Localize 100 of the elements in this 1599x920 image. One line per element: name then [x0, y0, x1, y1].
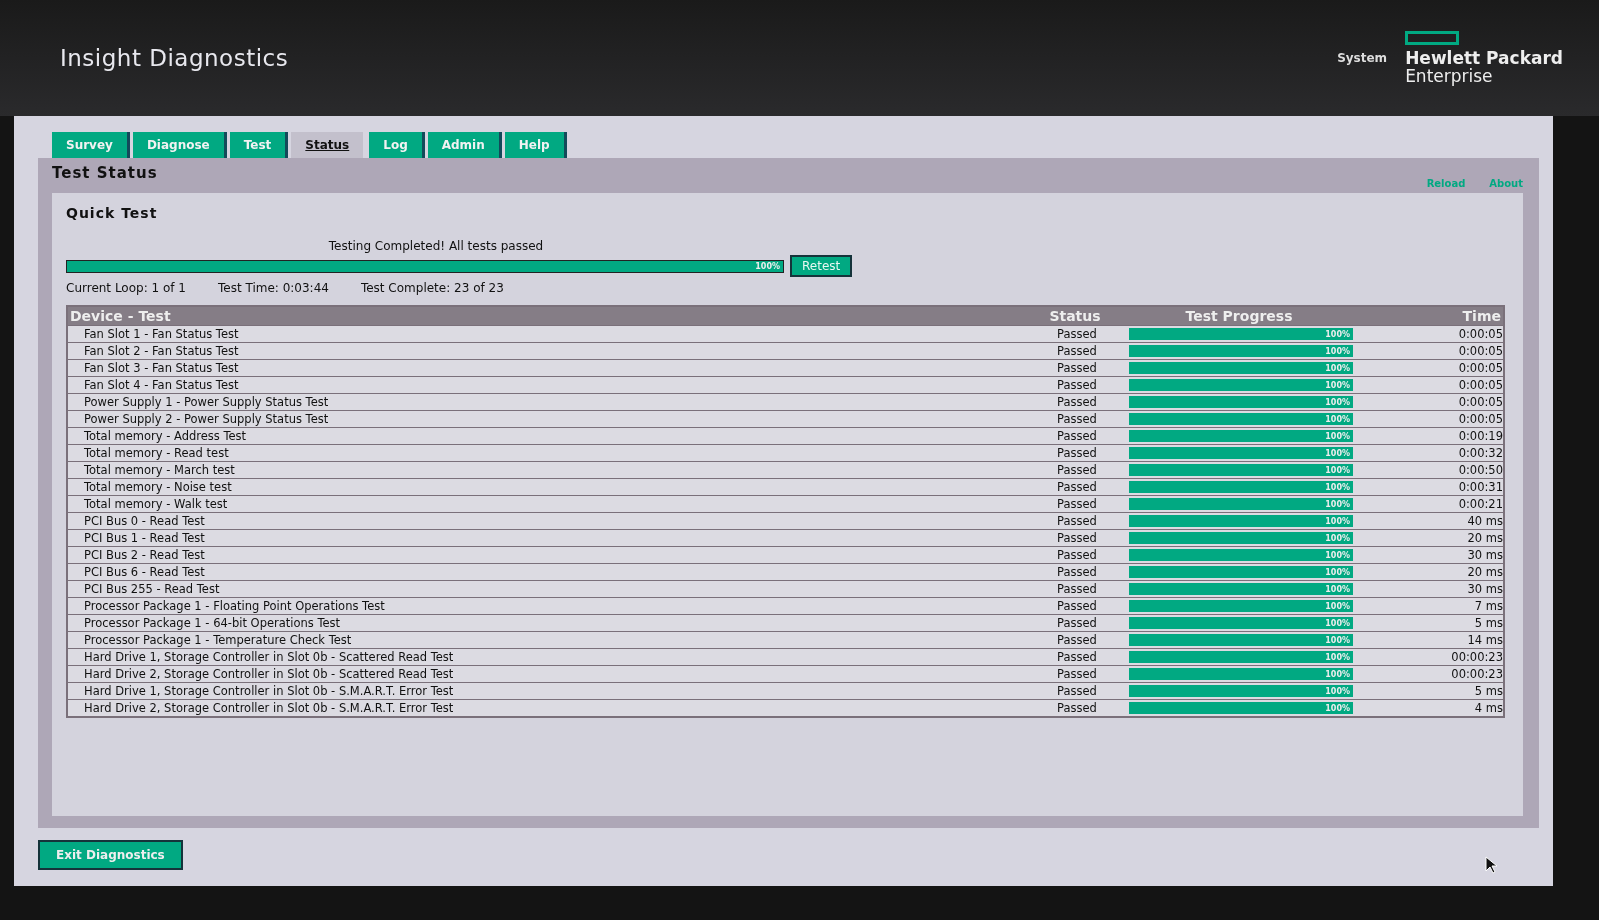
system-label: System	[1337, 51, 1388, 65]
test-name: PCI Bus 1 - Read Test	[83, 531, 206, 545]
row-progress-percent: 100%	[1325, 465, 1351, 475]
panel-title: Test Status	[52, 164, 158, 182]
row-progress-percent: 100%	[1325, 380, 1351, 390]
time-cell-text: 0:00:19	[1457, 429, 1503, 443]
status-cell-text: Passed	[1056, 395, 1098, 409]
time-cell-text: 0:00:21	[1457, 497, 1503, 511]
column-header: Test Progress	[1184, 308, 1294, 324]
status-cell-text: Passed	[1056, 667, 1098, 681]
status-cell-text: Passed	[1056, 565, 1098, 579]
status-cell-text: Passed	[1056, 616, 1098, 630]
row-progress-percent: 100%	[1325, 669, 1351, 679]
test-name: Fan Slot 2 - Fan Status Test	[83, 344, 240, 358]
test-name: PCI Bus 6 - Read Test	[83, 565, 206, 579]
row-progress-percent: 100%	[1325, 329, 1351, 339]
row-progress-percent: 100%	[1325, 533, 1351, 543]
time-cell-text: 0:00:05	[1457, 378, 1503, 392]
logo-rectangle-icon	[1405, 31, 1460, 45]
status-cell-text: Passed	[1056, 412, 1098, 426]
status-cell-text: Passed	[1056, 361, 1098, 375]
app-title: Insight Diagnostics	[60, 45, 289, 71]
row-progress-percent: 100%	[1325, 652, 1351, 662]
row-progress-percent: 100%	[1325, 550, 1351, 560]
current-loop: Current Loop: 1 of 1	[66, 281, 186, 295]
status-cell-text: Passed	[1056, 497, 1098, 511]
test-name: Power Supply 1 - Power Supply Status Test	[83, 395, 330, 409]
test-name: Processor Package 1 - Temperature Check Test	[83, 633, 353, 647]
time-cell-text: 0:00:05	[1457, 361, 1503, 375]
time-cell-text: 0:00:32	[1457, 446, 1503, 460]
test-name: Hard Drive 1, Storage Controller in Slot 0b - Scattered Read Test	[83, 650, 455, 664]
time-cell-text: 5 ms	[1473, 616, 1503, 630]
row-progress-percent: 100%	[1325, 397, 1351, 407]
row-progress-percent: 100%	[1325, 346, 1351, 356]
time-cell-text: 0:00:31	[1457, 480, 1503, 494]
status-cell-text: Passed	[1056, 344, 1098, 358]
test-name: Total memory - Read test	[83, 446, 230, 460]
row-progress-percent: 100%	[1325, 703, 1351, 713]
time-cell-text: 0:00:50	[1457, 463, 1503, 477]
retest-button[interactable]: Retest	[790, 255, 853, 277]
status-cell-text: Passed	[1056, 599, 1098, 613]
tab[interactable]: Test	[229, 132, 286, 158]
status-cell-text: Passed	[1056, 480, 1098, 494]
tab[interactable]: Help	[504, 132, 564, 158]
row-progress-percent: 100%	[1325, 618, 1351, 628]
column-header: Time	[1461, 308, 1501, 324]
tab[interactable]: Admin	[427, 132, 499, 158]
status-cell-text: Passed	[1056, 378, 1098, 392]
test-name: Fan Slot 3 - Fan Status Test	[83, 361, 240, 375]
test-name: Processor Package 1 - Floating Point Operations Test	[83, 599, 386, 613]
status-cell-text: Passed	[1056, 514, 1098, 528]
time-cell-text: 7 ms	[1473, 599, 1503, 613]
brand-name: Enterprise	[1405, 67, 1494, 85]
status-cell-text: Passed	[1056, 446, 1098, 460]
test-name: Power Supply 2 - Power Supply Status Test	[83, 412, 330, 426]
row-progress-percent: 100%	[1325, 516, 1351, 526]
time-cell-text: 20 ms	[1466, 565, 1503, 579]
status-cell-text: Passed	[1056, 548, 1098, 562]
brand-name: Hewlett Packard	[1405, 49, 1563, 67]
exit-button[interactable]: Exit Diagnostics	[38, 840, 183, 870]
row-progress-percent: 100%	[1325, 431, 1351, 441]
column-header: Status	[1048, 308, 1102, 324]
status-cell-text: Passed	[1056, 463, 1098, 477]
time-cell-text: 0:00:05	[1457, 327, 1503, 341]
row-progress-percent: 100%	[1325, 584, 1351, 594]
time-cell-text: 30 ms	[1466, 548, 1503, 562]
status-cell-text: Passed	[1056, 582, 1098, 596]
test-name: Hard Drive 1, Storage Controller in Slot 0b - S.M.A.R.T. Error Test	[83, 684, 455, 698]
test-name: Total memory - Address Test	[83, 429, 248, 443]
progress-percent: 100%	[755, 261, 781, 271]
test-name: Total memory - March test	[83, 463, 236, 477]
time-cell-text: 20 ms	[1466, 531, 1503, 545]
status-message: Testing Completed! All tests passed	[327, 239, 545, 253]
tab[interactable]: Survey	[52, 132, 127, 158]
test-name: Fan Slot 4 - Fan Status Test	[83, 378, 240, 392]
test-complete: Test Complete: 23 of 23	[360, 281, 504, 295]
time-cell-text: 40 ms	[1466, 514, 1503, 528]
test-time: Test Time: 0:03:44	[218, 281, 329, 295]
time-cell-text: 30 ms	[1466, 582, 1503, 596]
time-cell-text: 00:00:23	[1450, 650, 1503, 664]
test-name: PCI Bus 255 - Read Test	[83, 582, 221, 596]
row-progress-percent: 100%	[1325, 635, 1351, 645]
tab[interactable]: Diagnose	[132, 132, 224, 158]
time-cell-text: 0:00:05	[1457, 344, 1503, 358]
row-progress-percent: 100%	[1325, 601, 1351, 611]
tab[interactable]: Status	[291, 132, 364, 158]
row-progress-percent: 100%	[1325, 414, 1351, 424]
time-cell-text: 00:00:23	[1450, 667, 1503, 681]
test-name: PCI Bus 0 - Read Test	[83, 514, 206, 528]
row-progress-percent: 100%	[1325, 686, 1351, 696]
time-cell-text: 0:00:05	[1457, 395, 1503, 409]
row-progress-percent: 100%	[1325, 448, 1351, 458]
test-name: Total memory - Walk test	[83, 497, 229, 511]
column-header: Device - Test	[70, 308, 172, 324]
tab[interactable]: Log	[369, 132, 422, 158]
time-cell-text: 14 ms	[1466, 633, 1503, 647]
time-cell-text: 5 ms	[1473, 684, 1503, 698]
test-name: Fan Slot 1 - Fan Status Test	[83, 327, 240, 341]
status-cell-text: Passed	[1056, 701, 1098, 715]
mouse-cursor-icon	[1485, 856, 1499, 874]
